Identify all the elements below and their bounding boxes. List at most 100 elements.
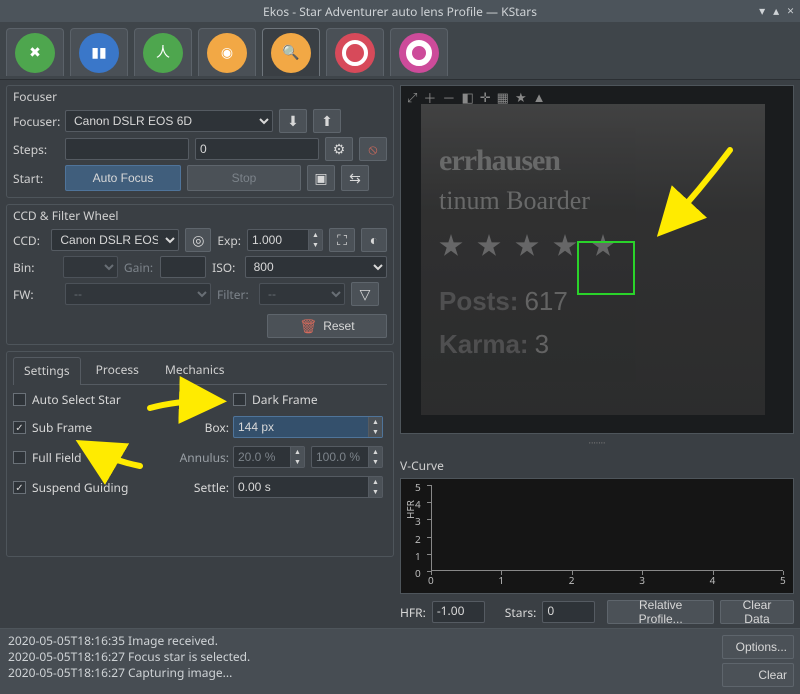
wrench-icon: ✖ [29,46,41,60]
annulus-label: Annulus: [173,449,233,466]
options-button[interactable]: Options... [722,635,794,659]
chk-full-field[interactable]: Full Field [13,449,173,466]
chk-auto-select[interactable]: Auto Select Star [13,391,173,408]
abort-button[interactable]: ⦸ [359,137,387,161]
ccd-device-select[interactable]: Canon DSLR EOS 6D [51,229,179,251]
stars-value: 0 [542,601,595,623]
tab-capture[interactable]: ◉ [198,28,256,76]
fw-select[interactable]: -- [65,283,211,305]
gear-icon: ⚙ [333,142,346,156]
chk-sub-frame[interactable]: Sub Frame [13,419,173,436]
settle-input[interactable] [233,476,383,498]
subtab-mechanics[interactable]: Mechanics [154,356,236,384]
capture-icon: ▣ [314,171,327,185]
checkbox-icon [233,393,246,406]
log-line: 2020-05-05T18:16:27 Focus star is select… [8,649,708,665]
steps-current-input[interactable] [65,138,189,160]
histogram-icon[interactable]: ▲ [533,88,546,107]
box-up[interactable]: ▲ [368,417,382,427]
fw-label: FW: [13,286,59,303]
settings-gear-button[interactable]: ⚙ [325,137,353,161]
crosshair-icon[interactable]: ✛ [480,88,491,107]
auto-focus-button[interactable]: Auto Focus [65,165,181,191]
star-icon [553,234,577,258]
fullframe-icon: ⛶ [337,233,347,247]
selection-box[interactable] [577,241,635,295]
window-close-icon[interactable]: × [787,2,794,19]
log-pane[interactable]: 2020-05-05T18:16:35 Image received.2020-… [0,629,716,694]
box-input[interactable] [233,416,383,438]
stretch-icon[interactable]: ◧ [461,88,473,107]
subtab-settings[interactable]: Settings [13,357,81,385]
preview-pane[interactable]: ⤢ ＋ － ◧ ✛ ▦ ★ ▲ errhausen tinum Boarder [400,85,794,434]
titlebar: Ekos - Star Adventurer auto lens Profile… [0,0,800,22]
steps-target-input[interactable] [195,138,319,160]
focus-out-button[interactable]: ⬆ [313,109,341,133]
clear-log-button[interactable]: Clear [722,663,794,687]
tab-align[interactable] [326,28,384,76]
gain-input[interactable] [160,256,206,278]
focuser-panel: Focuser Focuser: Canon DSLR EOS 6D ⬇ ⬆ S… [6,85,394,198]
preview-toolbar: ⤢ ＋ － ◧ ✛ ▦ ★ ▲ [407,88,545,107]
tab-setup[interactable]: ✖ [6,28,64,76]
camera-icon: ◉ [221,46,233,60]
chk-suspend[interactable]: Suspend Guiding [13,479,173,496]
focus-in-button[interactable]: ⬇ [279,109,307,133]
funnel-icon: ▽ [360,287,371,301]
window-minimize-icon[interactable]: ▾ [759,2,765,19]
target-icon [342,40,368,66]
box-label: Box: [173,419,233,436]
log-line: 2020-05-05T18:16:35 Image received. [8,633,708,649]
vcurve-panel: V-Curve HFR 012345 012345 HFR: -1.00 Sta… [400,457,794,624]
start-label: Start: [13,170,59,187]
clear-data-button[interactable]: Clear Data [720,600,794,624]
filter-settings-button[interactable]: ▽ [351,282,379,306]
focuser-device-select[interactable]: Canon DSLR EOS 6D [65,110,273,132]
grid-icon[interactable]: ▦ [497,88,509,107]
guide-icon [406,40,432,66]
gain-label: Gain: [124,259,154,276]
stars-label: Stars: [505,604,537,621]
zoom-fit-icon[interactable]: ⤢ [407,88,417,107]
window-maximize-icon[interactable]: ▴ [773,2,779,19]
tab-focus[interactable]: 🔍 [262,28,320,76]
tab-mount[interactable]: 人 [134,28,192,76]
hfr-label: HFR: [400,604,426,621]
exp-down[interactable]: ▼ [308,240,322,250]
star-icon[interactable]: ★ [515,88,527,107]
zoom-in-icon[interactable]: ＋ [423,88,436,107]
log-line: 2020-05-05T18:16:27 Capturing image... [8,665,708,681]
ccd-panel: CCD & Filter Wheel CCD: Canon DSLR EOS 6… [6,204,394,345]
eye-icon: ◐ [370,233,378,247]
tab-guide[interactable] [390,28,448,76]
hfr-value: -1.00 [432,601,485,623]
relative-profile-button[interactable]: Relative Profile... [607,600,714,624]
toggle-fullframe-button[interactable]: ⛶ [329,228,355,252]
live-view-button[interactable]: ◎ [185,228,211,252]
splitter-handle[interactable]: ······· [400,436,794,449]
module-tabs: ✖ ▮▮ 人 ◉ 🔍 [0,22,800,80]
filter-select[interactable]: -- [259,283,345,305]
iso-label: ISO: [212,259,238,276]
arrow-down-icon: ⬇ [287,114,299,128]
star-icon [439,234,463,258]
loop-icon: ⇆ [349,171,361,185]
tab-scheduler[interactable]: ▮▮ [70,28,128,76]
box-down[interactable]: ▼ [368,427,382,437]
reset-button[interactable]: 🗑Reset [267,314,387,338]
iso-select[interactable]: 800 [245,256,387,278]
toggle-something-button[interactable]: ◐ [361,228,387,252]
abort-icon: ⦸ [368,142,377,156]
bin-select[interactable] [63,256,118,278]
filter-label: Filter: [217,286,253,303]
exp-label: Exp: [217,232,241,249]
capture-button[interactable]: ▣ [307,165,335,191]
zoom-out-icon[interactable]: － [442,88,455,107]
subtab-process[interactable]: Process [85,356,150,384]
chk-dark-frame[interactable]: Dark Frame [233,391,387,408]
exp-up[interactable]: ▲ [308,230,322,240]
loop-button[interactable]: ⇆ [341,165,369,191]
stop-button[interactable]: Stop [187,165,301,191]
focuser-label: Focuser: [13,113,59,130]
ccd-title: CCD & Filter Wheel [13,207,387,224]
